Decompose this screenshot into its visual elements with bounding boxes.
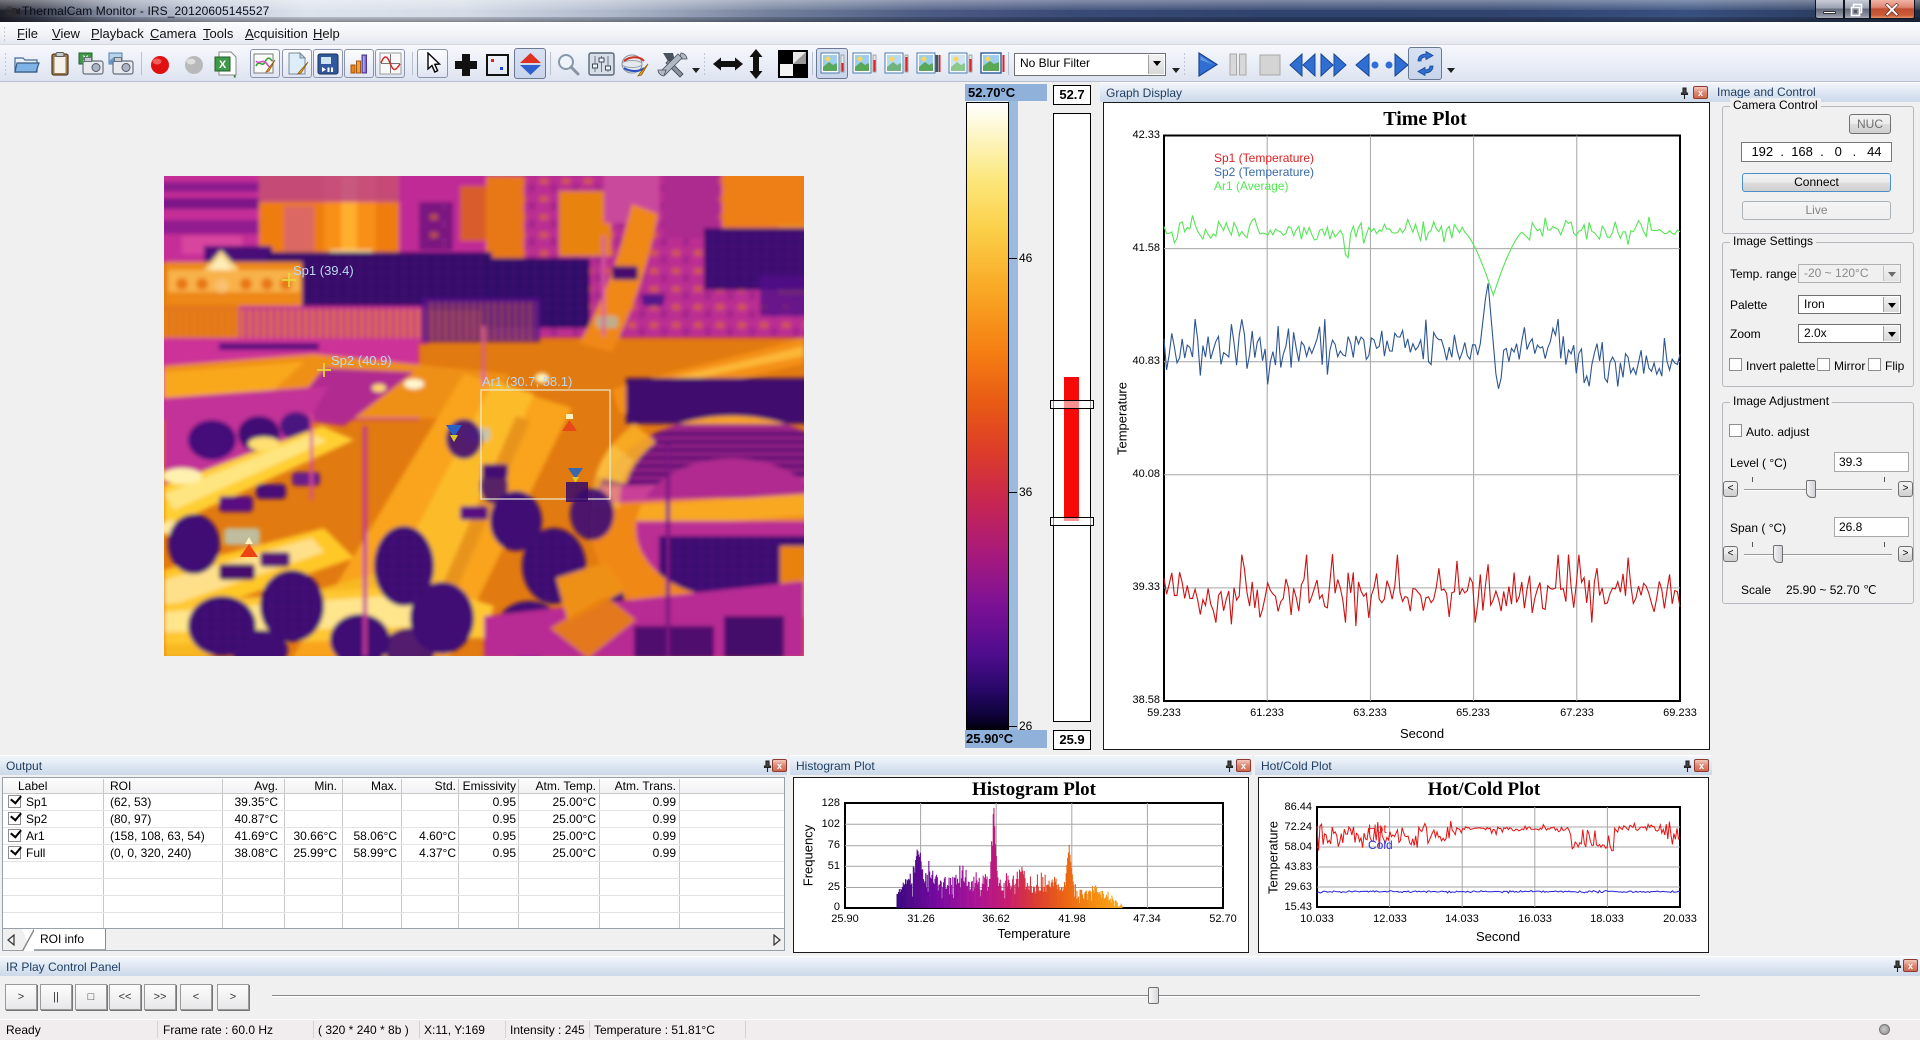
svg-text:Sp2 (40.9): Sp2 (40.9) bbox=[331, 353, 392, 368]
svg-text:,: , bbox=[233, 66, 236, 78]
svg-text:X: X bbox=[219, 59, 227, 71]
svg-text:Sp1 (39.4): Sp1 (39.4) bbox=[293, 263, 354, 278]
svg-text:Ar1 (30.7, 58.1): Ar1 (30.7, 58.1) bbox=[482, 374, 572, 389]
